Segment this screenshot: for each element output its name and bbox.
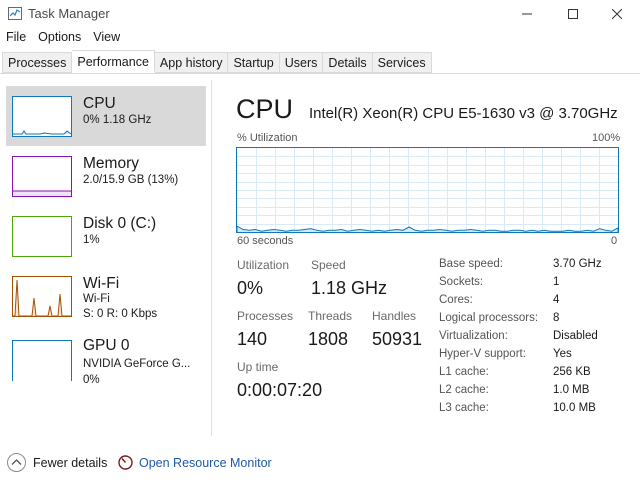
handles-label: Handles [372, 309, 417, 323]
processes-value: 140 [237, 329, 268, 349]
uptime-value: 0:00:07:20 [237, 380, 323, 400]
threads-value: 1808 [308, 329, 349, 349]
sidebar-item-memory[interactable]: Memory 2.0/15.9 GB (13%) [6, 146, 206, 206]
chevron-up-icon [11, 459, 22, 465]
info-label-sockets: Sockets: [439, 276, 484, 288]
info-label-cores: Cores: [439, 294, 473, 306]
panel-divider [211, 80, 212, 436]
close-icon [612, 9, 622, 19]
task-manager-window: Task Manager File Options View Processes… [0, 0, 640, 486]
sidebar-item-detail: 0% 1.18 GHz [83, 114, 152, 126]
sidebar-item-detail: NVIDIA GeForce G... [83, 358, 191, 370]
tab-strip: Processes Performance App history Startu… [2, 50, 432, 73]
sidebar-item-gpu[interactable]: GPU 0 NVIDIA GeForce G... 0% [6, 328, 206, 388]
menu-file[interactable]: File [0, 30, 32, 48]
open-resource-monitor-link[interactable]: Open Resource Monitor [139, 456, 272, 470]
cpu-model: Intel(R) Xeon(R) CPU E5-1630 v3 @ 3.70GH… [309, 105, 618, 122]
handles-value: 50931 [372, 329, 423, 349]
info-value-l2-cache: 1.0 MB [553, 384, 590, 396]
info-value-cores: 4 [553, 294, 560, 306]
task-manager-icon [8, 7, 22, 20]
tab-users[interactable]: Users [279, 52, 324, 73]
page-title: CPU [236, 94, 294, 124]
menu-options[interactable]: Options [32, 30, 87, 48]
tab-processes[interactable]: Processes [2, 52, 73, 73]
maximize-button[interactable] [550, 0, 596, 28]
menu-view[interactable]: View [87, 30, 126, 48]
info-label-hyperv: Hyper-V support: [439, 348, 526, 360]
info-label-base-speed: Base speed: [439, 258, 503, 270]
cpu-utilization-graph [236, 147, 619, 233]
utilization-max-label: 100% [592, 132, 621, 144]
maximize-icon [568, 9, 578, 19]
info-value-hyperv: Yes [553, 348, 572, 360]
info-value-l3-cache: 10.0 MB [553, 402, 596, 414]
time-axis-label: 60 seconds [237, 235, 294, 247]
minimize-button[interactable] [504, 0, 550, 28]
title-bar[interactable]: Task Manager [0, 0, 640, 28]
sidebar-item-label: CPU [83, 95, 116, 112]
sidebar-item-detail-2: S: 0 R: 0 Kbps [83, 308, 158, 320]
fewer-details-icon[interactable] [7, 453, 26, 472]
utilization-axis-label: % Utilization [237, 132, 298, 144]
sidebar-item-wifi[interactable]: Wi-Fi Wi-Fi S: 0 R: 0 Kbps [6, 266, 206, 326]
time-axis-end-label: 0 [611, 235, 618, 247]
gpu-thumbnail-graph [12, 340, 72, 381]
info-label-l1-cache: L1 cache: [439, 366, 489, 378]
tab-performance[interactable]: Performance [72, 50, 155, 72]
tab-services[interactable]: Services [372, 52, 432, 73]
info-value-virtualization: Disabled [553, 330, 598, 342]
uptime-label: Up time [237, 360, 279, 374]
tab-divider [0, 73, 640, 74]
sidebar-item-label: Disk 0 (C:) [83, 215, 157, 232]
threads-label: Threads [308, 309, 353, 323]
tab-details[interactable]: Details [323, 52, 373, 73]
info-label-l2-cache: L2 cache: [439, 384, 489, 396]
window-title: Task Manager [28, 6, 110, 21]
disk-thumbnail-graph [12, 216, 72, 257]
memory-thumbnail-graph [12, 156, 72, 197]
info-label-l3-cache: L3 cache: [439, 402, 489, 414]
info-value-base-speed: 3.70 GHz [553, 258, 602, 270]
info-label-virtualization: Virtualization: [439, 330, 508, 342]
info-value-sockets: 1 [553, 276, 560, 288]
utilization-label: Utilization [237, 258, 290, 272]
sidebar-item-detail: 1% [83, 234, 100, 246]
sidebar-item-disk[interactable]: Disk 0 (C:) 1% [6, 206, 206, 266]
menu-bar: File Options View [0, 30, 126, 48]
info-value-l1-cache: 256 KB [553, 366, 591, 378]
fewer-details-button[interactable]: Fewer details [33, 456, 107, 470]
wifi-thumbnail-graph [12, 276, 72, 317]
tab-startup[interactable]: Startup [228, 52, 280, 73]
info-label-logical-processors: Logical processors: [439, 312, 539, 324]
sidebar-item-detail-2: 0% [83, 374, 100, 386]
sidebar-item-detail: 2.0/15.9 GB (13%) [83, 174, 179, 186]
speed-label: Speed [311, 258, 346, 272]
sidebar-item-cpu[interactable]: CPU 0% 1.18 GHz [6, 86, 206, 146]
sidebar-item-label: Wi-Fi [83, 275, 120, 292]
sidebar-item-label: Memory [83, 155, 139, 172]
resource-monitor-icon [118, 455, 133, 470]
processes-label: Processes [237, 309, 294, 323]
sidebar-item-label: GPU 0 [83, 337, 130, 354]
utilization-value: 0% [237, 278, 264, 298]
info-value-logical-processors: 8 [553, 312, 560, 324]
cpu-thumbnail-graph [12, 96, 72, 137]
speed-value: 1.18 GHz [311, 278, 388, 298]
sidebar-item-detail: Wi-Fi [83, 293, 110, 305]
tab-app-history[interactable]: App history [154, 52, 229, 73]
minimize-icon [522, 13, 532, 15]
close-button[interactable] [594, 0, 640, 28]
